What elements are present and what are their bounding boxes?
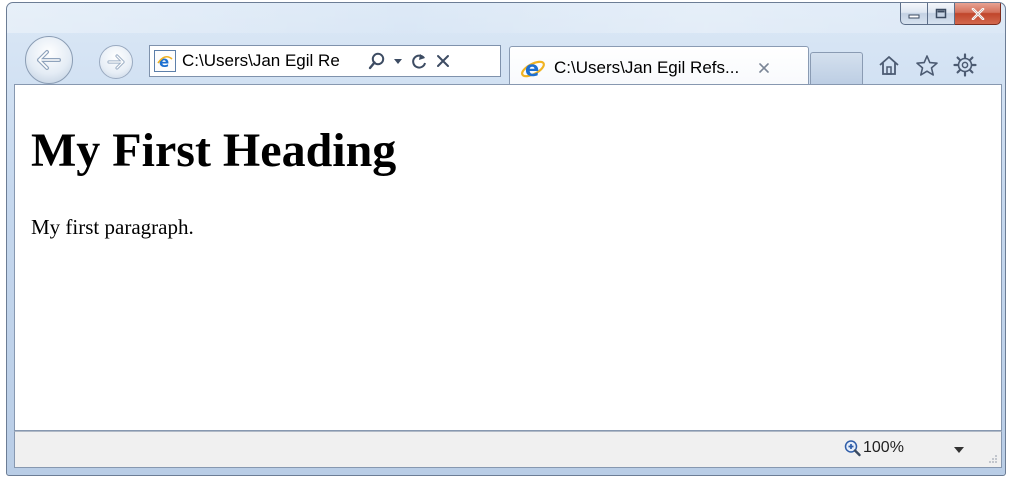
window-caption-buttons <box>900 3 1001 25</box>
stop-icon[interactable] <box>435 53 451 69</box>
star-icon[interactable] <box>915 54 939 77</box>
gear-icon[interactable] <box>953 53 977 77</box>
minimize-button[interactable] <box>900 3 928 25</box>
forward-button[interactable] <box>99 45 133 79</box>
address-bar[interactable]: e C:\Users\Jan Egil Re <box>149 45 501 77</box>
tab-close-icon[interactable] <box>757 61 771 75</box>
close-icon <box>971 7 984 20</box>
svg-text:e: e <box>525 57 539 81</box>
command-icons <box>877 53 977 77</box>
close-button[interactable] <box>955 3 1001 25</box>
svg-text:e: e <box>159 53 169 71</box>
address-tools <box>368 52 451 70</box>
ie-page-icon: e <box>154 50 176 72</box>
page-viewport: My First Heading My first paragraph. <box>14 84 1002 431</box>
zoom-level: 100% <box>863 439 904 456</box>
minimize-icon <box>908 14 920 18</box>
maximize-icon <box>935 8 947 19</box>
back-arrow-icon <box>37 50 61 70</box>
zoom-dropdown-icon[interactable] <box>953 446 965 454</box>
forward-arrow-icon <box>107 54 125 70</box>
zoom-icon <box>844 440 861 457</box>
maximize-button[interactable] <box>928 3 955 25</box>
home-icon[interactable] <box>877 54 901 76</box>
ie-logo-icon: e <box>521 57 545 81</box>
tab-current[interactable]: e C:\Users\Jan Egil Refs... <box>509 46 809 89</box>
dropdown-icon[interactable] <box>393 57 403 65</box>
search-icon[interactable] <box>368 52 386 70</box>
back-button[interactable] <box>25 36 73 84</box>
resize-grip-icon[interactable] <box>988 454 998 464</box>
address-text[interactable]: C:\Users\Jan Egil Re <box>182 51 362 71</box>
tab-title: C:\Users\Jan Egil Refs... <box>554 58 740 77</box>
refresh-icon[interactable] <box>410 52 428 70</box>
page-paragraph: My first paragraph. <box>31 215 194 239</box>
status-bar: 100% <box>14 431 1002 468</box>
zoom-control[interactable]: 100% <box>843 439 904 457</box>
page-heading: My First Heading <box>31 124 397 177</box>
